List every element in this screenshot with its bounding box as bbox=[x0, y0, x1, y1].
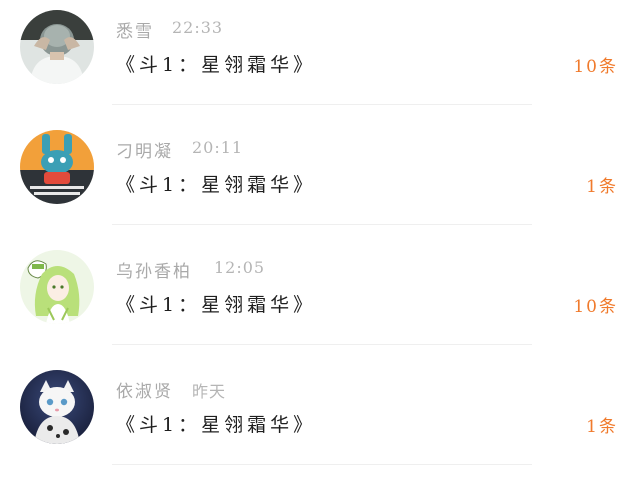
sender-name: 悉雪 bbox=[116, 22, 154, 42]
message-time: 22:33 bbox=[172, 18, 224, 37]
message-time: 昨天 bbox=[192, 382, 227, 401]
sender-name: 乌孙香柏 bbox=[116, 262, 192, 282]
avatar-white-cat-icon bbox=[20, 370, 94, 444]
list-item[interactable]: 乌孙香柏 12:05 《斗1：星翎霜华》 10条 bbox=[0, 240, 640, 360]
list-item[interactable]: 悉雪 22:33 《斗1：星翎霜华》 10条 bbox=[0, 0, 640, 120]
message-time: 12:05 bbox=[214, 258, 266, 277]
message-count: 1条 bbox=[586, 177, 618, 197]
divider bbox=[112, 464, 532, 465]
avatar[interactable] bbox=[20, 130, 94, 204]
message-count: 1条 bbox=[586, 417, 618, 437]
sender-name: 依淑贤 bbox=[116, 382, 173, 402]
avatar-green-hair-anime-girl-icon bbox=[20, 250, 94, 324]
book-title[interactable]: 《斗1：星翎霜华》 bbox=[116, 50, 316, 77]
list-item[interactable]: 依淑贤 昨天 《斗1：星翎霜华》 1条 bbox=[0, 360, 640, 480]
message-count: 10条 bbox=[573, 297, 618, 317]
divider bbox=[112, 344, 532, 345]
list-item[interactable]: 刁明凝 20:11 《斗1：星翎霜华》 1条 bbox=[0, 120, 640, 240]
book-title[interactable]: 《斗1：星翎霜华》 bbox=[116, 290, 316, 317]
avatar[interactable] bbox=[20, 250, 94, 324]
book-title[interactable]: 《斗1：星翎霜华》 bbox=[116, 170, 316, 197]
avatar[interactable] bbox=[20, 370, 94, 444]
book-title[interactable]: 《斗1：星翎霜华》 bbox=[116, 410, 316, 437]
divider bbox=[112, 104, 532, 105]
avatar[interactable] bbox=[20, 10, 94, 84]
message-time: 20:11 bbox=[192, 138, 244, 157]
avatar-back-view-person-icon bbox=[20, 10, 94, 84]
avatar-cartoon-rabbit-icon bbox=[20, 130, 94, 204]
message-count: 10条 bbox=[573, 57, 618, 77]
divider bbox=[112, 224, 532, 225]
sender-name: 刁明凝 bbox=[116, 142, 173, 162]
message-list: 悉雪 22:33 《斗1：星翎霜华》 10条 刁明凝 20:11 《斗1：星翎霜… bbox=[0, 0, 640, 481]
